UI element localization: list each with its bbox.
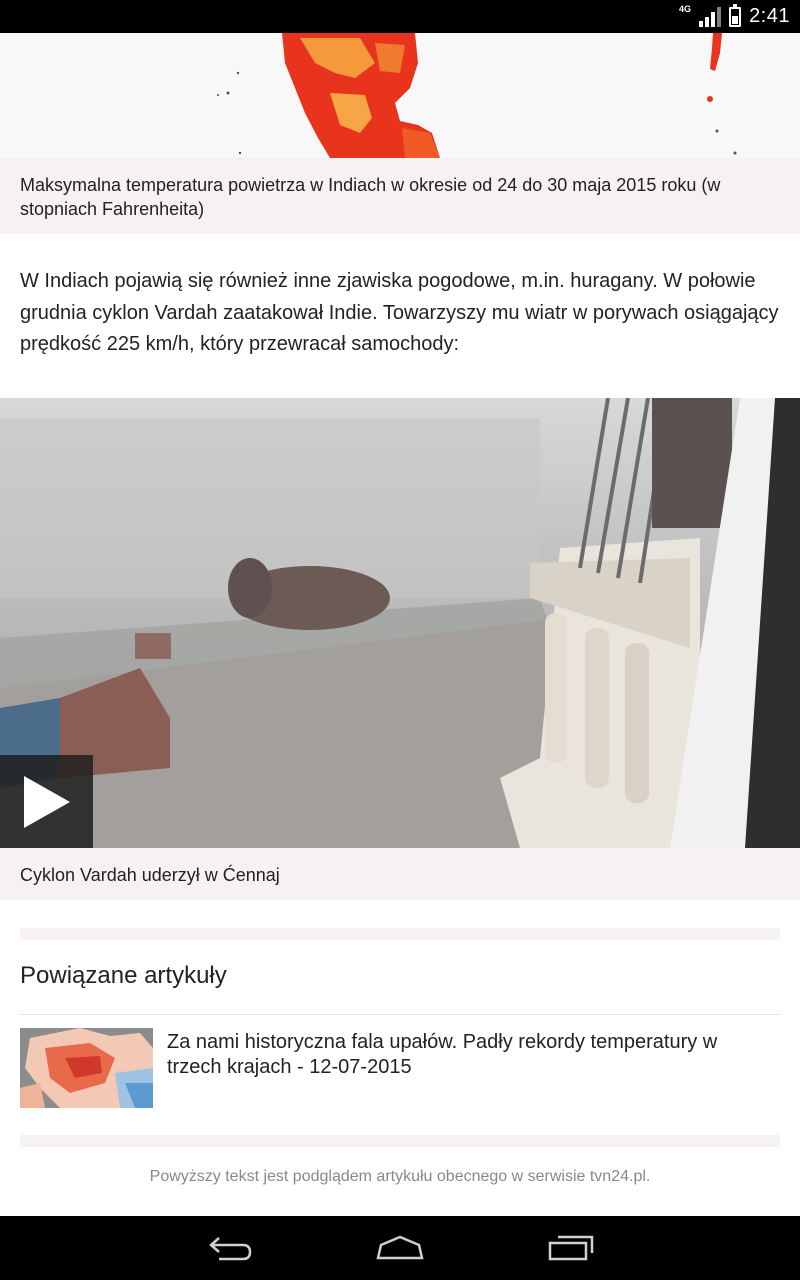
battery-icon [729,3,742,27]
home-icon [376,1235,424,1260]
article-paragraph: W Indiach pojawią się również inne zjawi… [20,270,779,355]
section-divider [20,928,780,940]
india-heat-map [0,33,800,158]
network-type: 4G [679,4,692,14]
related-article-thumbnail [20,1028,153,1108]
clock: 2:41 [749,5,790,27]
temperature-map-image[interactable] [0,33,800,158]
related-article-title: Za nami historyczna fala upałów. Padły r… [167,1031,718,1078]
home-button[interactable] [370,1228,430,1268]
related-articles-heading: Powiązane artykuły [20,962,227,989]
related-divider [20,1014,780,1015]
video-thumbnail [0,398,800,848]
recents-button[interactable] [541,1228,601,1268]
signal-icon [699,6,722,27]
play-button[interactable] [0,755,93,848]
back-icon [209,1237,252,1261]
video-caption: Cyklon Vardah uderzył w Ćennaj [0,848,800,900]
map-caption: Maksymalna temperatura powietrza w India… [0,158,800,234]
navigation-bar [0,1216,800,1280]
related-article-item[interactable]: Za nami historyczna fala upałów. Padły r… [20,1028,780,1108]
status-bar: 4G 2:41 [0,0,800,33]
play-icon [23,775,70,828]
recents-icon [548,1235,594,1261]
video-player[interactable] [0,398,800,848]
footer-note: Powyższy tekst jest podglądem artykułu o… [149,1168,651,1185]
section-divider [20,1135,780,1147]
back-button[interactable] [200,1228,260,1268]
